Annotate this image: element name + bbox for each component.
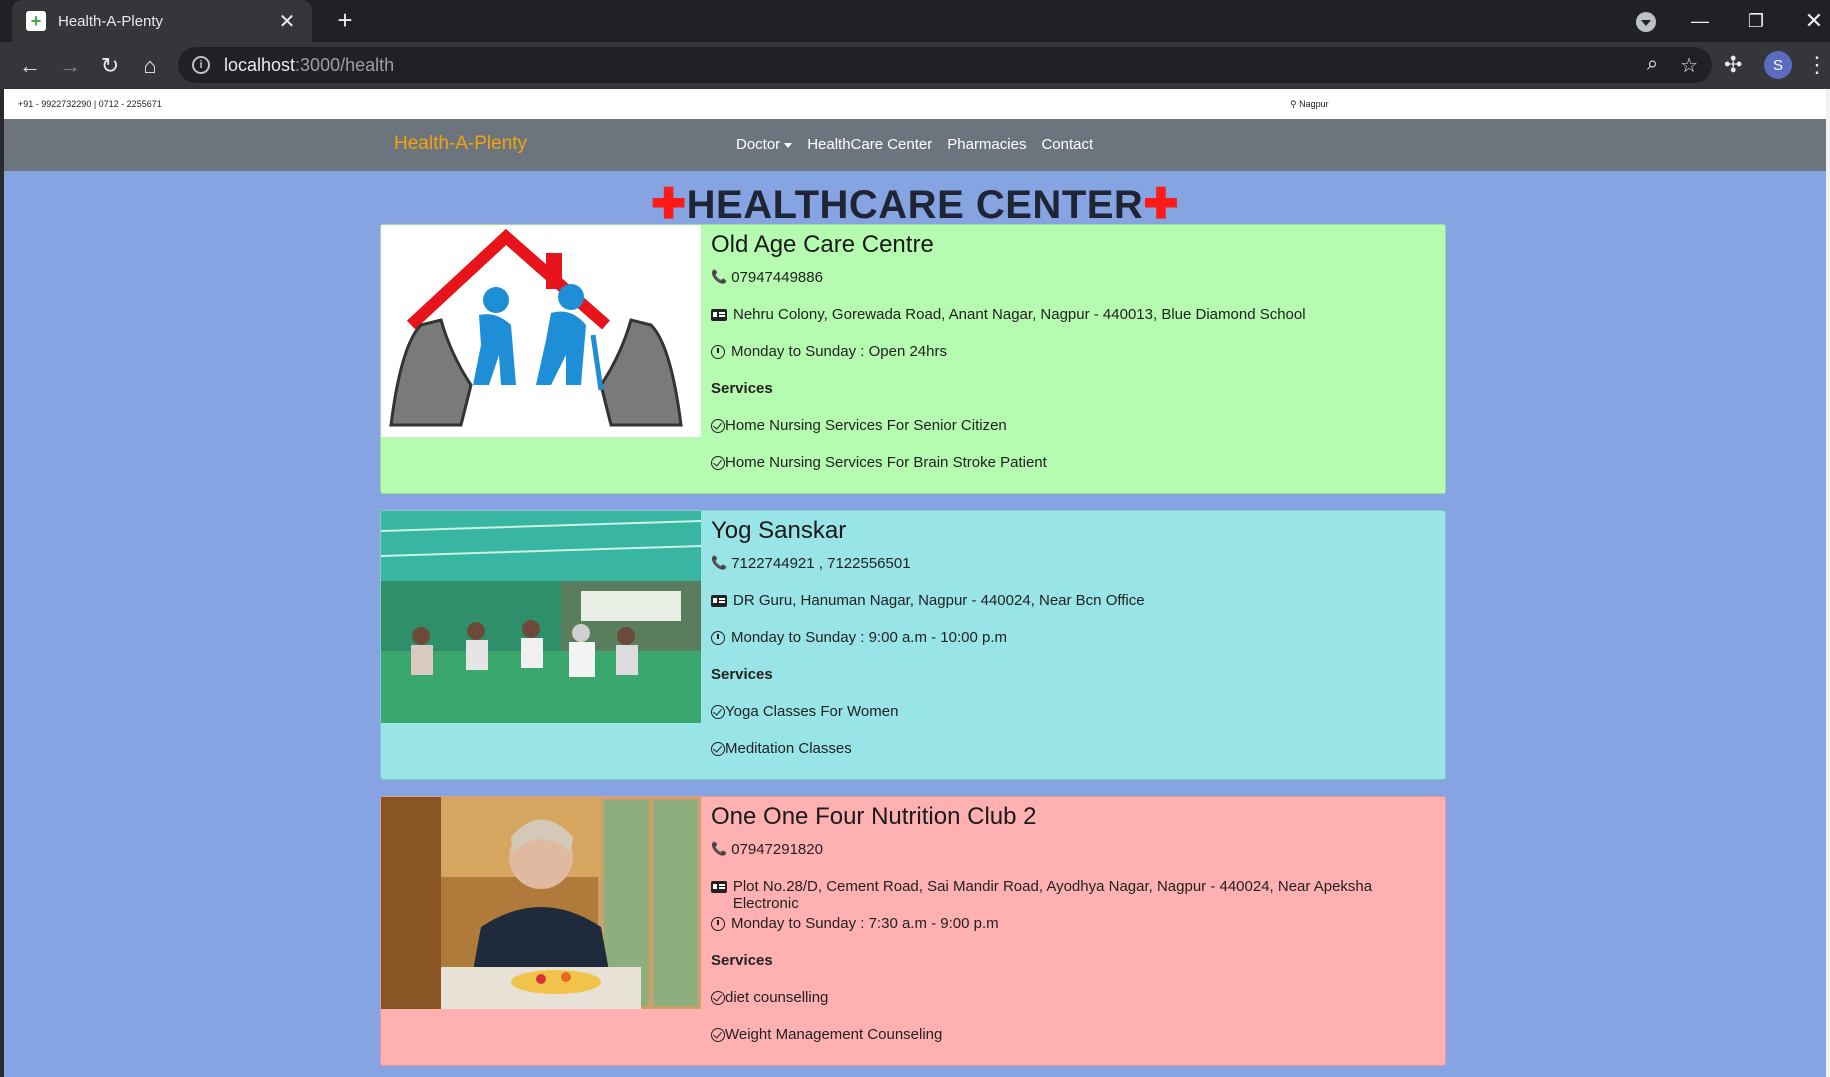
phone-icon: 📞 xyxy=(711,841,728,856)
forward-icon[interactable]: → xyxy=(54,50,86,82)
service-item: Meditation Classes xyxy=(711,740,1435,777)
tab-search-icon[interactable] xyxy=(1636,12,1656,32)
services-label: Services xyxy=(711,952,773,969)
reload-icon[interactable]: ↻ xyxy=(94,50,126,82)
page-viewport: +91 - 9922732290 | 0712 - 2255671 ⚲ Nagp… xyxy=(4,89,1826,1077)
check-circle-icon xyxy=(711,705,725,719)
nav-links: Doctor HealthCare Center Pharmacies Cont… xyxy=(736,136,1093,153)
hours-row: Monday to Sunday : 7:30 a.m - 9:00 p.m xyxy=(711,915,1435,952)
check-circle-icon xyxy=(711,419,725,433)
site-navbar: Health-A-Plenty Doctor HealthCare Center… xyxy=(4,119,1826,171)
caret-down-icon xyxy=(784,142,793,148)
services-label: Services xyxy=(711,666,773,683)
url-path: :3000/health xyxy=(295,54,395,75)
check-circle-icon xyxy=(711,742,725,756)
browser-tab[interactable]: + Health-A-Plenty ✕ xyxy=(12,0,312,42)
center-card: Yog Sanskar 📞 7122744921 , 7122556501 DR… xyxy=(380,510,1446,780)
clock-icon xyxy=(711,917,725,931)
address-card-icon xyxy=(711,881,727,893)
topbar-phone: +91 - 9922732290 | 0712 - 2255671 xyxy=(18,99,162,109)
close-tab-icon[interactable]: ✕ xyxy=(276,9,298,34)
address-card-icon xyxy=(711,309,727,321)
old-age-care-logo-image xyxy=(381,225,701,437)
services-label: Services xyxy=(711,380,773,397)
menu-kebab-icon[interactable]: ⋮ xyxy=(1806,50,1828,80)
clock-icon xyxy=(711,631,725,645)
hours-row: Monday to Sunday : 9:00 a.m - 10:00 p.m xyxy=(711,629,1435,666)
topbar-location: ⚲ Nagpur xyxy=(1290,99,1329,109)
check-circle-icon xyxy=(711,456,725,470)
restore-icon[interactable]: ❐ xyxy=(1728,0,1784,42)
browser-toolbar: ← → ↻ ⌂ i localhost:3000/health ⌕ ☆ ✣ S … xyxy=(0,42,1830,89)
service-item: Yoga Classes For Women xyxy=(711,703,1435,740)
center-card: One One Four Nutrition Club 2 📞 079472918… xyxy=(380,796,1446,1066)
center-name: One One Four Nutrition Club 2 xyxy=(711,803,1037,830)
nutrition-club-photo xyxy=(381,797,701,1009)
new-tab-icon[interactable]: + xyxy=(330,6,360,36)
scrollbar[interactable] xyxy=(1826,89,1830,1077)
red-cross-icon: ✚ xyxy=(1143,180,1180,227)
red-cross-icon: ✚ xyxy=(650,180,687,227)
page-title: ✚HEALTHCARE CENTER✚ xyxy=(650,180,1180,227)
zoom-icon[interactable]: ⌕ xyxy=(1647,53,1658,78)
nav-doctor-dropdown[interactable]: Doctor xyxy=(736,136,793,153)
brand-link[interactable]: Health-A-Plenty xyxy=(394,133,527,155)
window-close-icon[interactable]: ✕ xyxy=(1786,0,1830,42)
tab-strip: + Health-A-Plenty ✕ + — ❐ ✕ xyxy=(0,0,1830,42)
card-body: One One Four Nutrition Club 2 📞 079472918… xyxy=(711,803,1435,1063)
address-card-icon xyxy=(711,595,727,607)
bookmark-star-icon[interactable]: ☆ xyxy=(1680,53,1698,78)
home-icon[interactable]: ⌂ xyxy=(134,50,166,82)
phone-icon: 📞 xyxy=(711,269,728,284)
browser-window: + Health-A-Plenty ✕ + — ❐ ✕ ← → ↻ ⌂ i lo… xyxy=(0,0,1830,1077)
phone-row: 📞 07947291820 xyxy=(711,841,823,858)
minimize-icon[interactable]: — xyxy=(1672,0,1728,42)
favicon-icon: + xyxy=(26,11,46,31)
site-info-icon[interactable]: i xyxy=(192,56,210,74)
nav-healthcare-center[interactable]: HealthCare Center xyxy=(807,136,932,153)
nav-pharmacies[interactable]: Pharmacies xyxy=(947,136,1026,153)
phone-row: 📞 07947449886 xyxy=(711,269,823,286)
contact-topbar: +91 - 9922732290 | 0712 - 2255671 ⚲ Nagp… xyxy=(4,89,1826,119)
map-pin-icon: ⚲ xyxy=(1290,99,1297,109)
check-circle-icon xyxy=(711,1028,725,1042)
yoga-class-photo xyxy=(381,511,701,723)
phone-row: 📞 7122744921 , 7122556501 xyxy=(711,555,911,572)
address-bar[interactable]: i localhost:3000/health ⌕ ☆ xyxy=(178,47,1712,83)
back-icon[interactable]: ← xyxy=(14,50,46,82)
address-row: Plot No.28/D, Cement Road, Sai Mandir Ro… xyxy=(711,878,1435,915)
profile-avatar[interactable]: S xyxy=(1764,51,1792,79)
service-item: Home Nursing Services For Brain Stroke P… xyxy=(711,454,1435,491)
hours-row: Monday to Sunday : Open 24hrs xyxy=(711,343,1435,380)
address-row: Nehru Colony, Gorewada Road, Anant Nagar… xyxy=(711,306,1435,343)
url-host: localhost xyxy=(224,54,296,75)
service-item: diet counselling xyxy=(711,989,1435,1026)
address-row: DR Guru, Hanuman Nagar, Nagpur - 440024,… xyxy=(711,592,1435,629)
phone-icon: 📞 xyxy=(711,555,728,570)
card-body: Old Age Care Centre 📞 07947449886 Nehru … xyxy=(711,231,1435,491)
nav-contact[interactable]: Contact xyxy=(1041,136,1093,153)
tab-title: Health-A-Plenty xyxy=(58,12,164,30)
center-name: Old Age Care Centre xyxy=(711,231,934,258)
service-item: Weight Management Counseling xyxy=(711,1026,1435,1063)
center-card: Old Age Care Centre 📞 07947449886 Nehru … xyxy=(380,224,1446,494)
extensions-puzzle-icon[interactable]: ✣ xyxy=(1724,52,1742,78)
check-circle-icon xyxy=(711,991,725,1005)
center-name: Yog Sanskar xyxy=(711,517,847,544)
clock-icon xyxy=(711,345,725,359)
card-body: Yog Sanskar 📞 7122744921 , 7122556501 DR… xyxy=(711,517,1435,777)
service-item: Home Nursing Services For Senior Citizen xyxy=(711,417,1435,454)
